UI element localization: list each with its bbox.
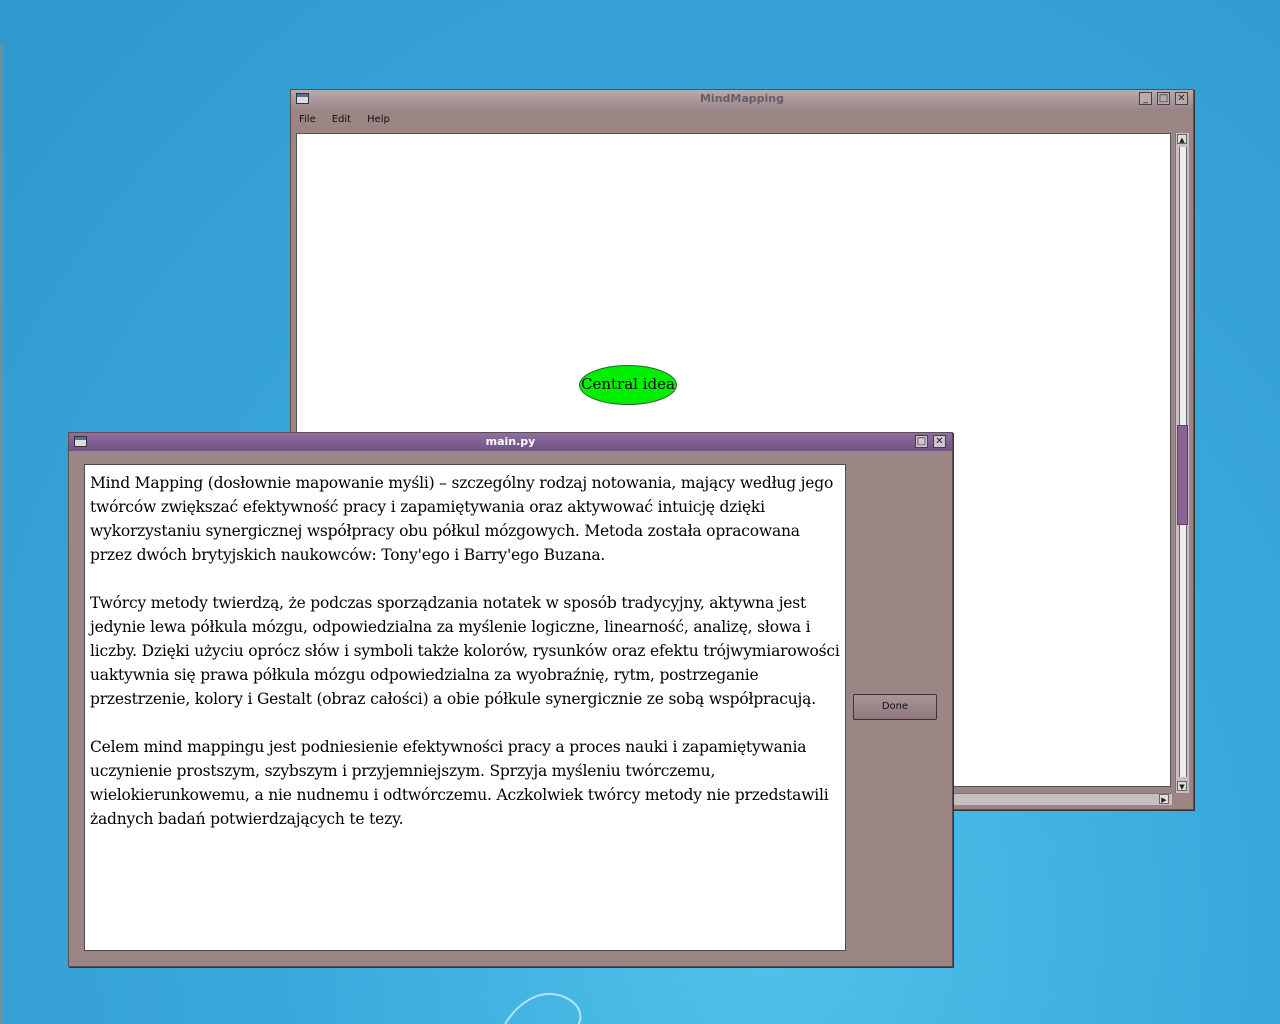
description-text-area[interactable]: Mind Mapping (dosłownie mapowanie myśli)… bbox=[84, 464, 846, 951]
menu-file[interactable]: File bbox=[297, 112, 318, 127]
maximize-icon[interactable]: □ bbox=[915, 435, 928, 448]
done-button[interactable]: Done bbox=[853, 694, 937, 720]
scroll-right-icon[interactable]: ▶ bbox=[1159, 794, 1169, 804]
menubar: File Edit Help bbox=[291, 108, 1193, 130]
minimize-icon[interactable]: _ bbox=[1139, 92, 1152, 105]
scroll-up-icon[interactable]: ▲ bbox=[1177, 134, 1187, 144]
mindmapping-titlebar[interactable]: MindMapping _ □ ✕ bbox=[291, 90, 1193, 108]
window-title: main.py bbox=[485, 435, 536, 448]
central-idea-node[interactable]: Central idea bbox=[579, 365, 677, 405]
main-py-titlebar[interactable]: main.py □ ✕ bbox=[69, 433, 952, 451]
maximize-icon[interactable]: □ bbox=[1157, 92, 1170, 105]
vertical-scrollbar[interactable]: ▲ ▼ bbox=[1175, 133, 1189, 793]
menu-help[interactable]: Help bbox=[365, 112, 392, 127]
scroll-down-icon[interactable]: ▼ bbox=[1177, 781, 1187, 791]
paragraph-3: Celem mind mappingu jest podniesienie ef… bbox=[90, 738, 829, 828]
menu-edit[interactable]: Edit bbox=[330, 112, 353, 127]
paragraph-1: Mind Mapping (dosłownie mapowanie myśli)… bbox=[90, 474, 834, 564]
close-icon[interactable]: ✕ bbox=[933, 435, 946, 448]
close-icon[interactable]: ✕ bbox=[1175, 92, 1188, 105]
paragraph-2: Twórcy metody twierdzą, że podczas sporz… bbox=[90, 594, 840, 708]
scroll-thumb[interactable] bbox=[1177, 425, 1188, 525]
main-py-window: main.py □ ✕ Mind Mapping (dosłownie mapo… bbox=[68, 432, 953, 967]
window-title: MindMapping bbox=[699, 92, 784, 105]
